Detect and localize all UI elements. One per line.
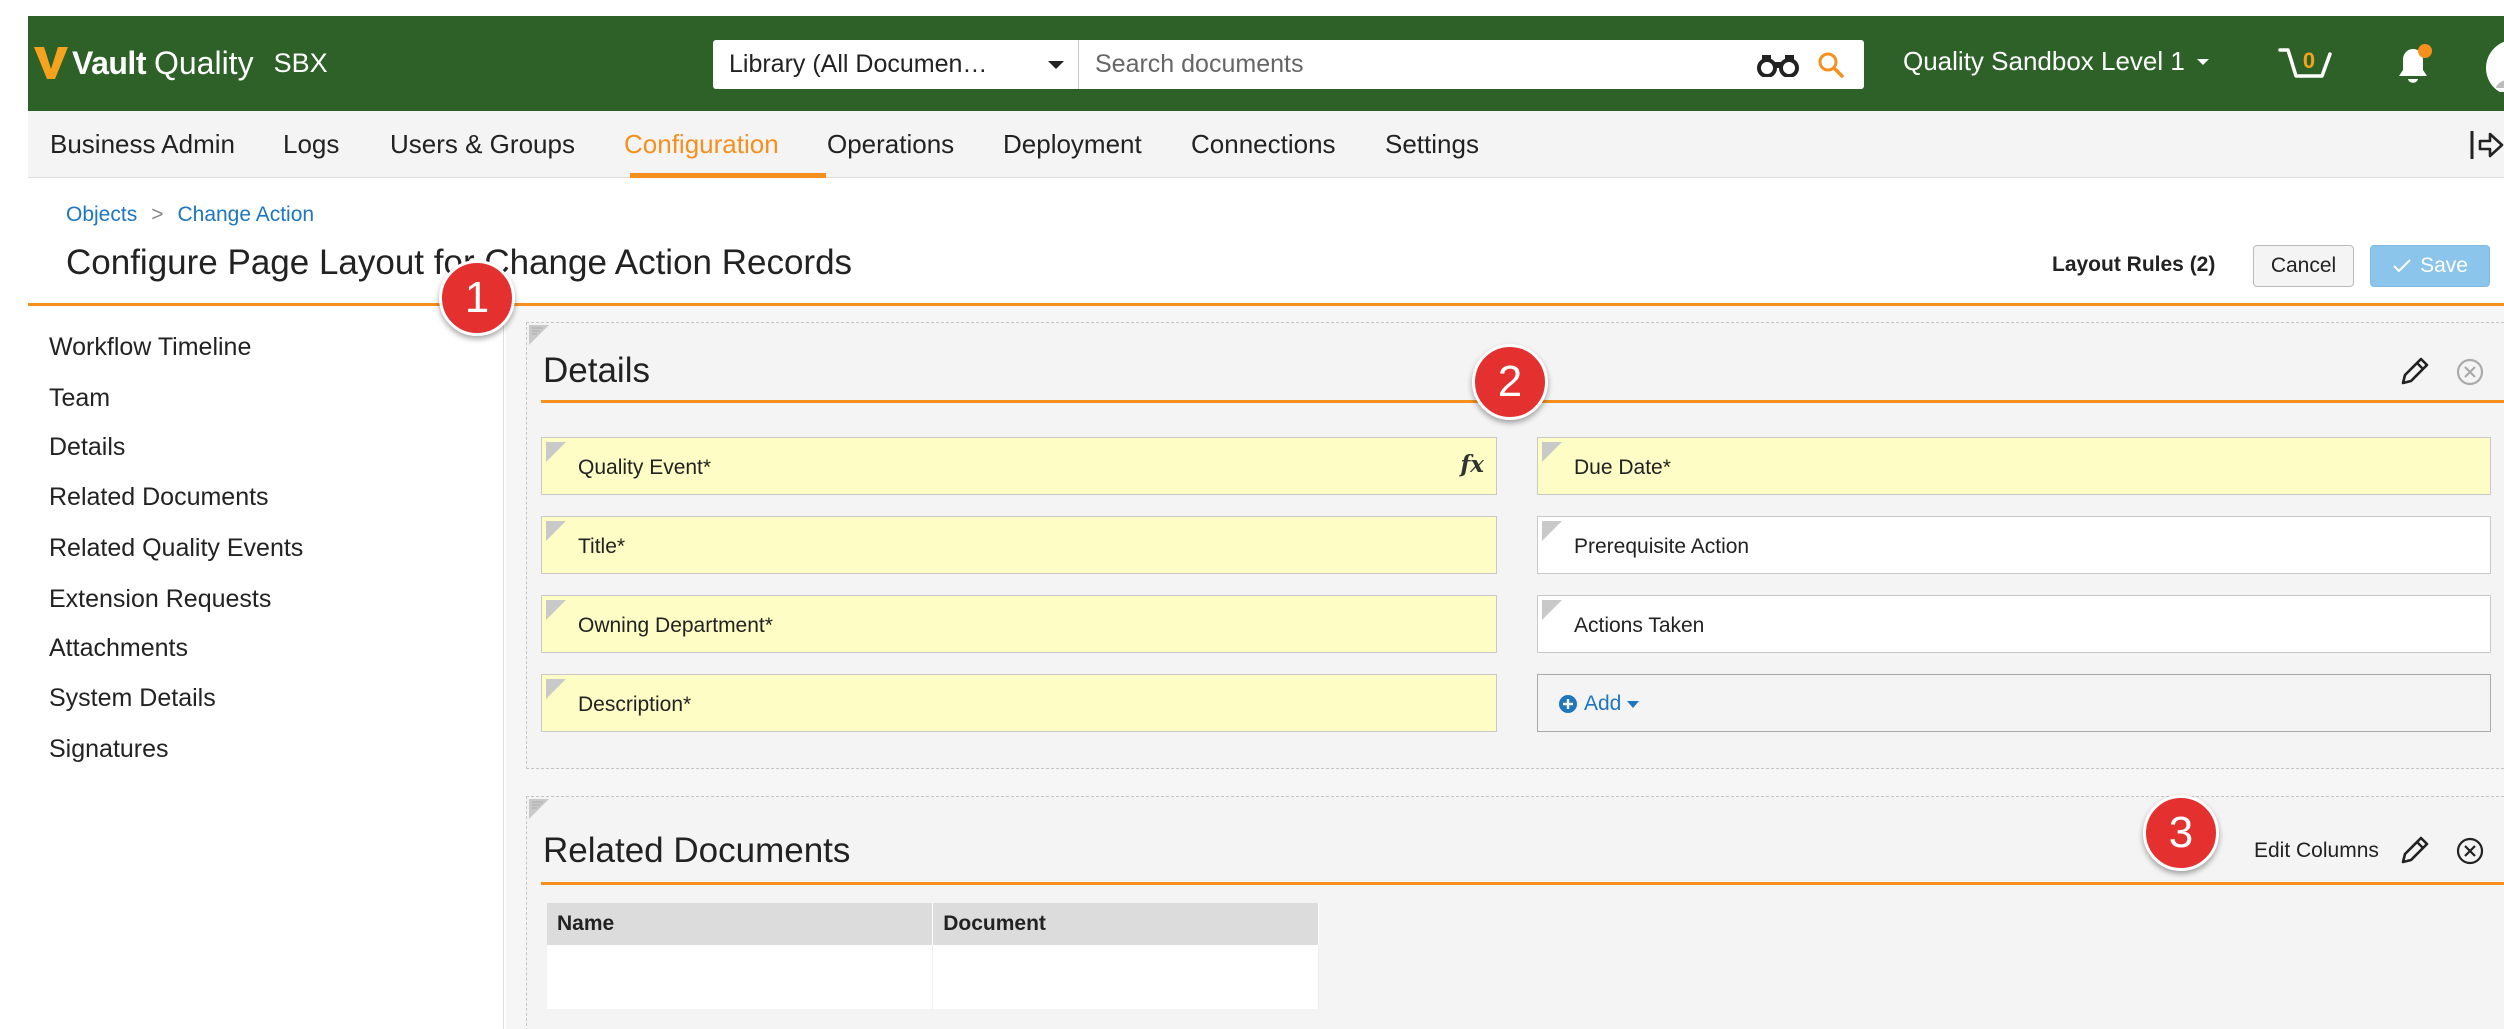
save-label: Save [2420, 254, 2468, 277]
cart-count: 0 [2303, 48, 2315, 73]
related-documents-divider [541, 882, 2504, 885]
related-documents-table: Name Document [547, 903, 1319, 1009]
table-cell [547, 945, 934, 1009]
drag-grip-icon[interactable] [1542, 521, 1562, 541]
drag-grip-icon[interactable] [546, 521, 566, 541]
exit-admin-icon[interactable] [2468, 128, 2504, 162]
add-field-slot: Add [1537, 674, 2491, 732]
search-icon[interactable] [1817, 51, 1845, 79]
table-cell [932, 945, 1319, 1009]
bell-icon [2399, 44, 2432, 83]
logo-product: Quality [153, 44, 254, 81]
logo-brand: Vault [72, 44, 146, 81]
edit-columns-link[interactable]: Edit Columns [2254, 839, 2379, 863]
tab-settings[interactable]: Settings [1385, 129, 1479, 160]
tab-configuration[interactable]: Configuration [624, 129, 779, 160]
section-signatures[interactable]: Signatures [49, 735, 169, 764]
tab-connections[interactable]: Connections [1191, 129, 1336, 160]
field-label: Title* [578, 535, 626, 558]
cart-button[interactable]: 0 [2278, 44, 2336, 88]
field-label: Description* [578, 693, 692, 716]
breadcrumb-objects[interactable]: Objects [66, 203, 137, 227]
field-description[interactable]: Description* [541, 674, 1497, 732]
field-label: Owning Department* [578, 614, 773, 637]
vault-switcher[interactable]: Quality Sandbox Level 1 [1903, 46, 2209, 77]
field-title[interactable]: Title* [541, 516, 1497, 574]
section-related-quality-events[interactable]: Related Quality Events [49, 534, 303, 563]
check-icon [2393, 259, 2411, 273]
vault-v-logo-icon [34, 47, 68, 79]
field-quality-event[interactable]: Quality Event* fx [541, 437, 1497, 495]
section-details[interactable]: Details [49, 433, 125, 462]
breadcrumb-change-action[interactable]: Change Action [177, 203, 314, 227]
save-button[interactable]: Save [2370, 245, 2490, 287]
active-tab-indicator [630, 173, 826, 178]
field-owning-department[interactable]: Owning Department* [541, 595, 1497, 653]
binoculars-icon[interactable] [1757, 53, 1799, 77]
table-row [547, 945, 1319, 1009]
caret-down-icon [1048, 61, 1064, 69]
user-avatar[interactable] [2484, 38, 2504, 92]
field-label: Actions Taken [1574, 614, 1705, 637]
section-system-details[interactable]: System Details [49, 684, 216, 713]
drag-grip-icon[interactable] [529, 799, 549, 819]
edit-pencil-icon[interactable] [2397, 355, 2431, 389]
field-label: Prerequisite Action [1574, 535, 1750, 558]
section-workflow-timeline[interactable]: Workflow Timeline [49, 333, 251, 362]
field-actions-taken[interactable]: Actions Taken [1537, 595, 2491, 653]
tab-operations[interactable]: Operations [827, 129, 954, 160]
column-header-name: Name [547, 903, 934, 945]
section-team[interactable]: Team [49, 384, 110, 413]
formula-fx-icon[interactable]: fx [1460, 451, 1484, 478]
caret-down-icon [2196, 58, 2209, 65]
vault-name: Quality Sandbox Level 1 [1903, 46, 2185, 76]
layout-sections-list: Workflow Timeline Team Details Related D… [28, 306, 504, 1029]
callout-badge-2: 2 [1472, 344, 1548, 420]
section-attachments[interactable]: Attachments [49, 634, 188, 663]
cart-icon: 0 [2278, 48, 2332, 78]
section-related-documents[interactable]: Related Documents [49, 483, 269, 512]
breadcrumb: Objects > Change Action [66, 203, 314, 227]
section-extension-requests[interactable]: Extension Requests [49, 585, 271, 614]
tab-users-groups[interactable]: Users & Groups [390, 129, 575, 160]
drag-grip-icon[interactable] [529, 325, 549, 345]
library-scope-select[interactable]: Library (All Documen… [713, 40, 1079, 89]
layout-rules-link[interactable]: Layout Rules (2) [2052, 253, 2215, 277]
column-header-document: Document [932, 903, 1319, 945]
top-header: Vault Quality SBX Library (All Documen… … [28, 16, 2504, 111]
add-label: Add [1584, 692, 1622, 715]
callout-badge-3: 3 [2143, 795, 2219, 871]
user-avatar-icon [2486, 41, 2504, 92]
drag-grip-icon[interactable] [546, 679, 566, 699]
breadcrumb-separator: > [151, 203, 164, 226]
env-badge: SBX [273, 47, 328, 78]
edit-pencil-icon[interactable] [2397, 834, 2431, 868]
drag-grip-icon[interactable] [1542, 600, 1562, 620]
search-box [1079, 40, 1864, 89]
tab-business-admin[interactable]: Business Admin [50, 129, 235, 160]
details-section-title: Details [543, 351, 650, 390]
tab-logs[interactable]: Logs [283, 129, 339, 160]
notifications-button[interactable] [2391, 42, 2435, 88]
vault-logo[interactable]: Vault Quality SBX [32, 38, 328, 88]
search-input[interactable] [1095, 50, 1715, 79]
add-field-button[interactable]: Add [1558, 692, 1640, 716]
drag-grip-icon[interactable] [546, 600, 566, 620]
drag-grip-icon[interactable] [1542, 442, 1562, 462]
field-label: Quality Event* [578, 456, 712, 479]
callout-badge-1: 1 [439, 260, 515, 336]
field-label: Due Date* [1574, 456, 1671, 479]
field-prerequisite-action[interactable]: Prerequisite Action [1537, 516, 2491, 574]
remove-section-icon[interactable] [2455, 357, 2485, 387]
field-due-date[interactable]: Due Date* [1537, 437, 2491, 495]
admin-nav: Business Admin Logs Users & Groups Confi… [28, 111, 2504, 178]
tab-deployment[interactable]: Deployment [1003, 129, 1142, 160]
library-scope-value: Library (All Documen… [729, 50, 988, 78]
plus-circle-icon [1559, 695, 1577, 713]
cancel-button[interactable]: Cancel [2253, 245, 2354, 287]
remove-section-icon[interactable] [2455, 836, 2485, 866]
drag-grip-icon[interactable] [546, 442, 566, 462]
related-documents-title: Related Documents [543, 831, 851, 870]
caret-down-icon [1627, 700, 1640, 708]
